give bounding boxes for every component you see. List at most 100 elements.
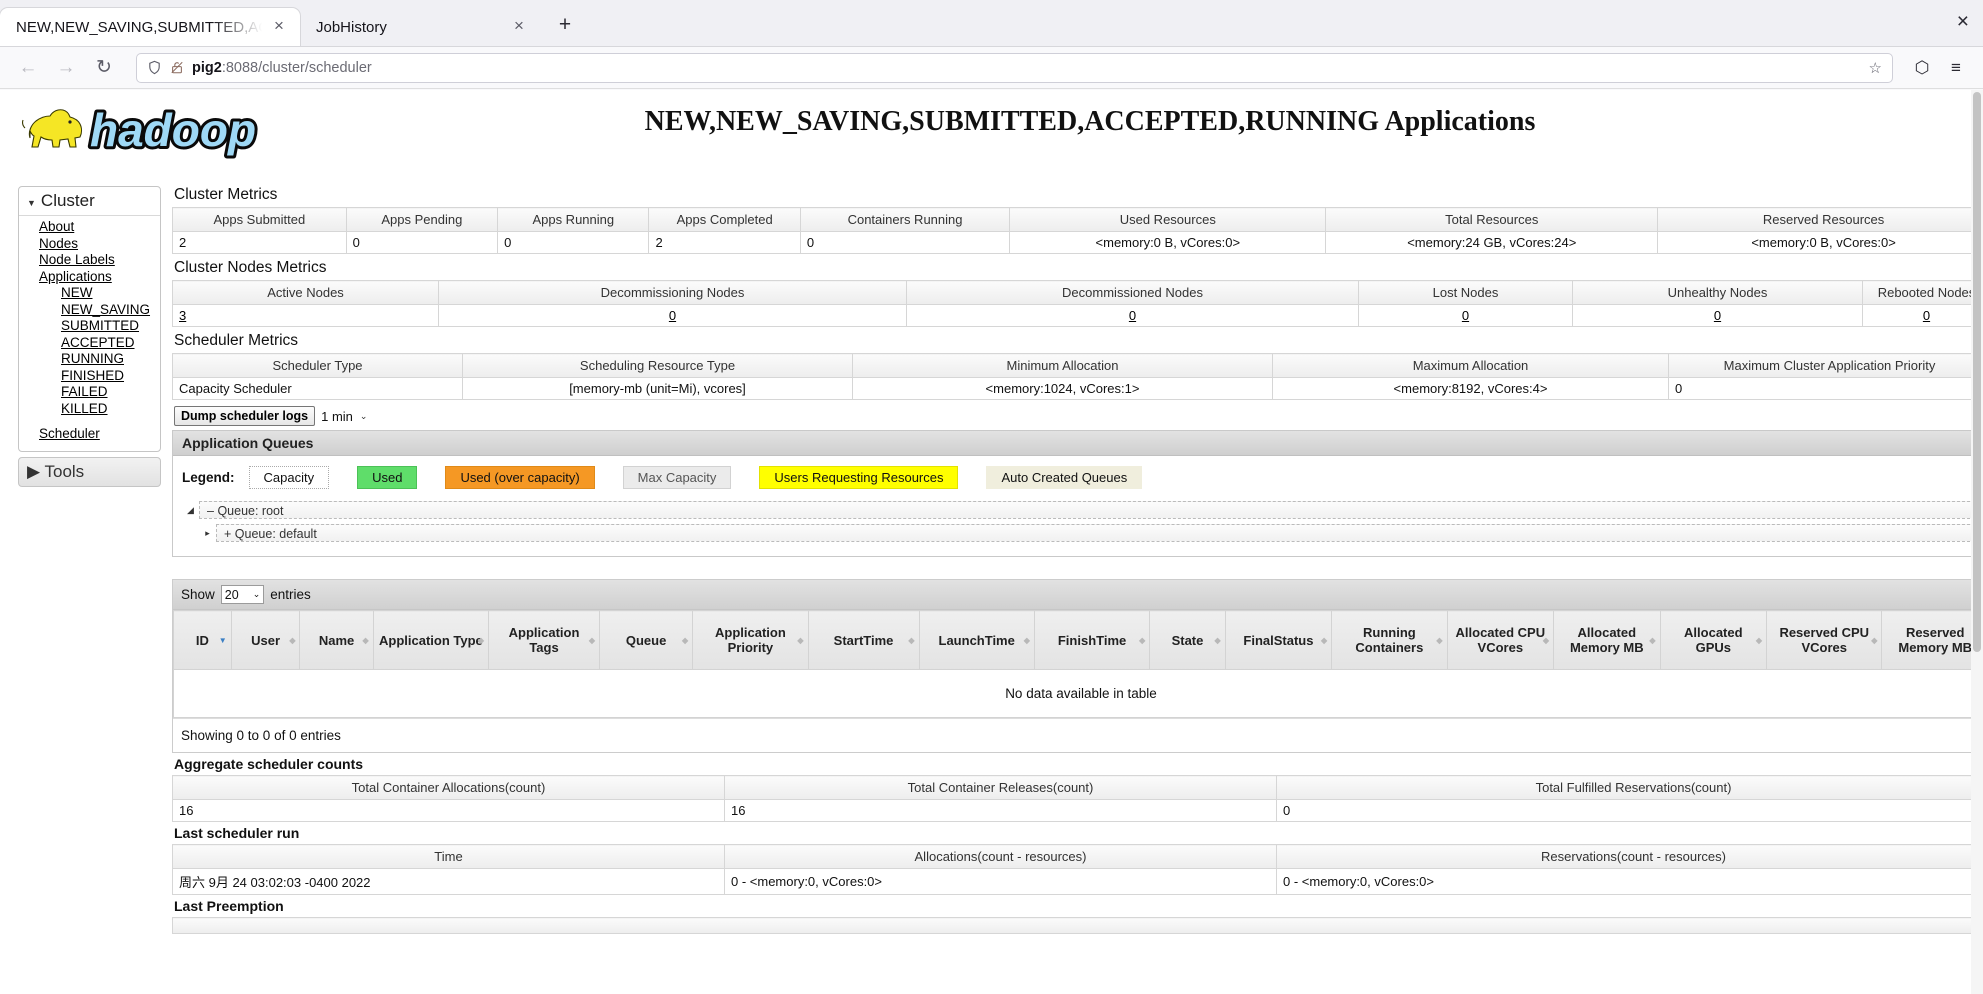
col-apps-pending[interactable]: Apps Pending [345,207,499,232]
col-maximum-allocation[interactable]: Maximum Allocation [1272,353,1669,378]
browser-tab-jobhistory[interactable]: JobHistory × [300,8,540,46]
sidebar-item-about[interactable]: About [19,219,160,236]
col-launchtime[interactable]: LaunchTime ◆ [918,610,1035,670]
cell-reserved-resources: <memory:0 B, vCores:0> [1657,231,1983,254]
col-apps-completed[interactable]: Apps Completed [648,207,801,232]
cell-lost-nodes: 0 [1358,304,1573,327]
col-total-resources[interactable]: Total Resources [1325,207,1659,232]
col-reserved-resources[interactable]: Reserved Resources [1657,207,1983,232]
bookmark-star-icon[interactable]: ☆ [1869,59,1882,77]
hamburger-menu-icon[interactable]: ≡ [1941,53,1971,83]
browser-tab-scheduler[interactable]: NEW,NEW_SAVING,SUBMITTED,ACCEPTED,RUNNIN… [0,8,300,46]
col-reserved-memory-mb[interactable]: Reserved Memory MB◆ [1881,610,1983,670]
window-close-button[interactable]: × [1957,10,1969,34]
col-id[interactable]: ID ▼ [173,610,232,670]
sidebar-item-finished[interactable]: FINISHED [19,368,160,385]
active-nodes-link[interactable]: 3 [179,308,186,323]
queue-sign: + [224,527,232,541]
page-scrollbar[interactable] [1971,90,1983,994]
dump-scheduler-controls: Dump scheduler logs 1 min ⌄ [174,406,1983,426]
back-icon[interactable]: ← [12,52,44,84]
col-scheduling-resource-type[interactable]: Scheduling Resource Type [462,353,853,378]
shield-icon [147,60,162,75]
col-allocated-memory-mb[interactable]: Allocated Memory MB ◆ [1553,610,1661,670]
col-allocated-gpus[interactable]: Allocated GPUs ◆ [1659,610,1768,670]
sidebar-item-nodes[interactable]: Nodes [19,236,160,253]
col-active-nodes[interactable]: Active Nodes [172,280,439,305]
sidebar-item-applications[interactable]: Applications [19,269,160,286]
address-bar[interactable]: pig2 :8088/cluster/scheduler ☆ [136,52,1893,83]
rebooted-nodes-link[interactable]: 0 [1923,308,1930,323]
col-application-tags[interactable]: Application Tags ◆ [488,610,600,670]
sidebar-item-failed[interactable]: FAILED [19,384,160,401]
sidebar-item-node-labels[interactable]: Node Labels [19,252,160,269]
col-decommissioned-nodes[interactable]: Decommissioned Nodes [906,280,1359,305]
sidebar-item-accepted[interactable]: ACCEPTED [19,335,160,352]
legend-chip-used: Used [357,466,418,489]
pocket-icon[interactable]: ⬡ [1907,53,1937,83]
forward-icon[interactable]: → [50,52,82,84]
col-name[interactable]: Name ◆ [299,610,374,670]
close-icon[interactable]: × [268,16,290,38]
col-application-type[interactable]: Application Type ◆ [372,610,490,670]
queue-row-root[interactable]: ◢ – Queue: root [182,501,1980,519]
queue-sign: – [207,504,214,518]
lost-nodes-link[interactable]: 0 [1462,308,1469,323]
sidebar-item-new-saving[interactable]: NEW_SAVING [19,302,160,319]
col-state[interactable]: State ◆ [1149,610,1226,670]
col-used-resources[interactable]: Used Resources [1009,207,1327,232]
sort-icon: ◆ [1871,636,1878,645]
col-apps-submitted[interactable]: Apps Submitted [172,207,347,232]
sidebar-item-killed[interactable]: KILLED [19,401,160,418]
col-rebooted-nodes[interactable]: Rebooted Nodes [1862,280,1983,305]
col-label: FinalStatus [1243,632,1314,648]
sidebar-item-running[interactable]: RUNNING [19,351,160,368]
col-user[interactable]: User ◆ [230,610,301,670]
decommissioned-nodes-link[interactable]: 0 [1129,308,1136,323]
col-containers-running[interactable]: Containers Running [799,207,1011,232]
col-allocated-cpu-vcores[interactable]: Allocated CPU VCores ◆ [1446,610,1555,670]
col-finalstatus[interactable]: FinalStatus ◆ [1224,610,1333,670]
queue-row-default[interactable]: ▸ + Queue: default [182,524,1980,542]
reload-icon[interactable]: ↻ [88,52,120,84]
col-maximum-cluster-app-priority[interactable]: Maximum Cluster Application Priority [1668,353,1983,378]
col-minimum-allocation[interactable]: Minimum Allocation [852,353,1273,378]
sidebar-item-scheduler[interactable]: Scheduler [19,426,160,443]
dump-scheduler-logs-button[interactable]: Dump scheduler logs [174,406,316,426]
col-finishtime[interactable]: FinishTime ◆ [1033,610,1151,670]
col-running-containers[interactable]: Running Containers ◆ [1331,610,1448,670]
table-empty-row: No data available in table [173,669,1983,718]
expand-toggle-icon[interactable]: ◢ [182,505,199,516]
col-allocations: Allocations(count - resources) [724,844,1277,869]
decommissioning-nodes-link[interactable]: 0 [669,308,676,323]
queue-bar-root[interactable]: – Queue: root [199,501,1980,519]
close-icon[interactable]: × [508,16,530,38]
col-lost-nodes[interactable]: Lost Nodes [1358,280,1573,305]
col-queue[interactable]: Queue ◆ [598,610,694,670]
queue-bar-default[interactable]: + Queue: default [216,524,1980,542]
col-decommissioning-nodes[interactable]: Decommissioning Nodes [438,280,907,305]
col-starttime[interactable]: StartTime ◆ [807,610,920,670]
expand-toggle-icon[interactable]: ▸ [199,528,216,539]
scrollbar-thumb[interactable] [1973,92,1981,652]
sidebar-item-new[interactable]: NEW [19,285,160,302]
cell-maximum-cluster-app-priority: 0 [1668,377,1983,400]
chevron-down-icon: ▼ [27,198,36,208]
new-tab-button[interactable]: + [548,9,582,43]
dump-interval-value: 1 min [321,408,353,424]
page-size-select[interactable]: 20 ⌄ [220,585,265,604]
dump-interval-select[interactable]: 1 min ⌄ [321,409,367,424]
col-unhealthy-nodes[interactable]: Unhealthy Nodes [1572,280,1863,305]
col-label: Application Priority [714,625,786,655]
col-scheduler-type[interactable]: Scheduler Type [172,353,463,378]
sidebar-item-submitted[interactable]: SUBMITTED [19,318,160,335]
unhealthy-nodes-link[interactable]: 0 [1714,308,1721,323]
tools-panel-header[interactable]: ▶ Tools [18,456,161,487]
col-label: Reserved Memory MB [1898,625,1973,655]
col-reserved-cpu-vcores[interactable]: Reserved CPU VCores ◆ [1766,610,1883,670]
col-apps-running[interactable]: Apps Running [497,207,650,232]
cluster-metrics-heading: Cluster Metrics [174,186,278,203]
col-application-priority[interactable]: Application Priority ◆ [692,610,809,670]
col-label: ID [195,632,209,648]
cluster-panel-header[interactable]: ▼ Cluster [19,187,160,216]
